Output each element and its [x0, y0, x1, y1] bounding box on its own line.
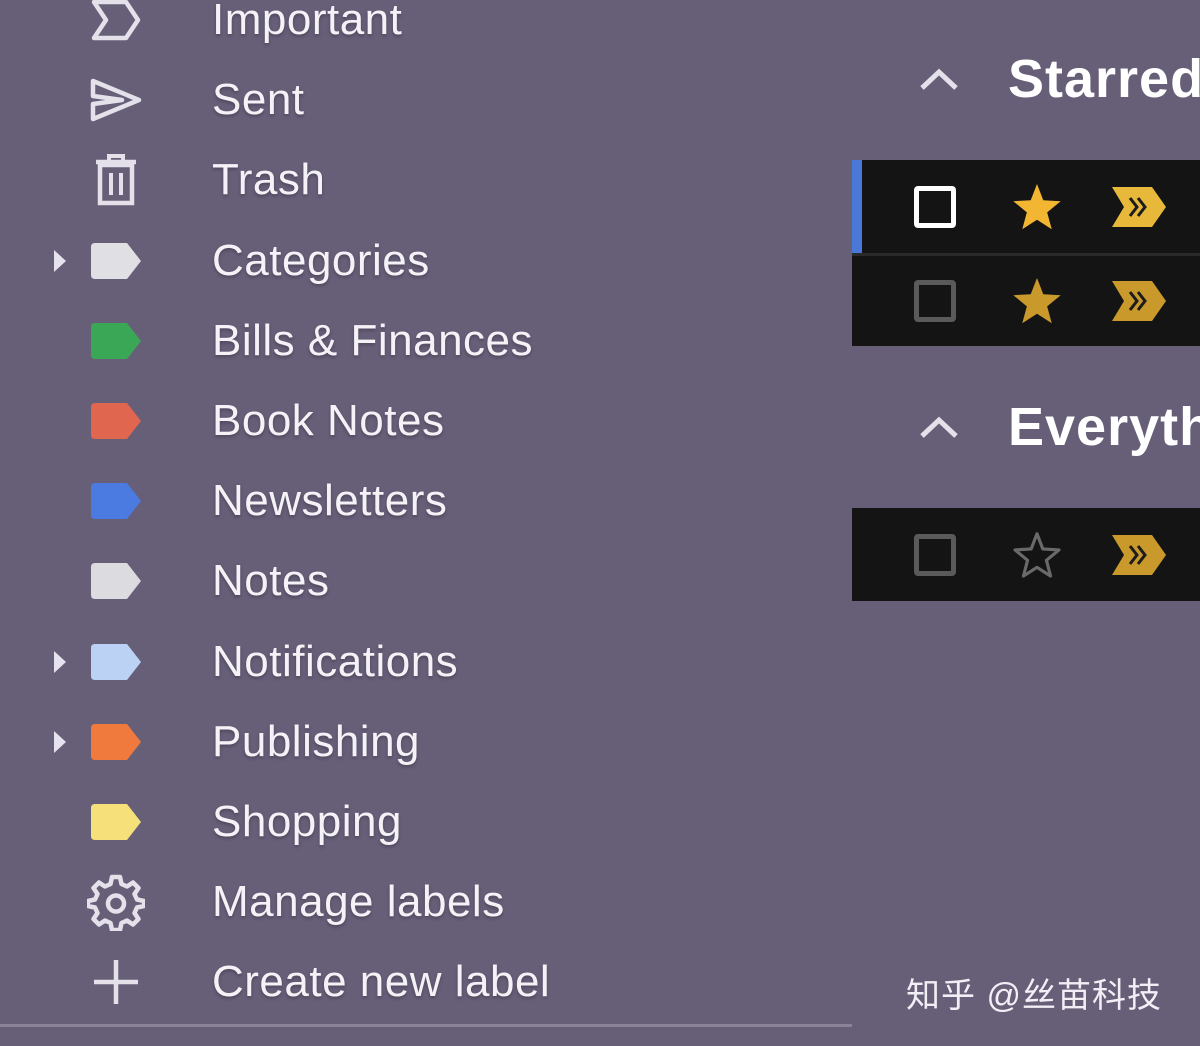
mail-row[interactable] [852, 508, 1200, 601]
sidebar-item-categories[interactable]: Categories [0, 221, 852, 301]
important-marker-icon[interactable] [1110, 533, 1168, 577]
expand-arrow-icon[interactable] [54, 730, 66, 753]
sidebar-item-label: Bills & Finances [212, 315, 534, 365]
section-title: Everyth [1008, 397, 1200, 457]
watermark-text: 知乎 @丝苗科技 [906, 977, 1162, 1015]
sidebar-item-label: Manage labels [212, 877, 505, 927]
trash-icon [86, 150, 146, 210]
label-icon [86, 551, 146, 611]
sidebar-item-important[interactable]: Important [0, 0, 852, 60]
sidebar-item-publishing[interactable]: Publishing [0, 702, 852, 782]
row-checkbox[interactable] [914, 185, 956, 228]
everything-mail-list [852, 508, 1200, 601]
section-title: Starred [1008, 49, 1200, 109]
expand-arrow-icon[interactable] [54, 650, 66, 673]
sidebar-item-book-notes[interactable]: Book Notes [0, 381, 852, 461]
label-icon [86, 712, 146, 772]
sidebar-item-label: Notifications [212, 636, 459, 686]
sidebar-item-label: Book Notes [212, 396, 445, 446]
sidebar-item-bills-finances[interactable]: Bills & Finances [0, 301, 852, 381]
sidebar-item-label: Categories [212, 235, 430, 285]
expand-arrow-icon[interactable] [54, 249, 66, 272]
sidebar-item-sent[interactable]: Sent [0, 60, 852, 140]
sidebar-item-trash[interactable]: Trash [0, 140, 852, 220]
label-icon [86, 792, 146, 852]
sidebar-item-label: Trash [212, 155, 326, 205]
star-filled-icon[interactable] [1008, 272, 1066, 330]
sidebar-item-label: Important [212, 0, 403, 45]
important-icon [86, 0, 146, 50]
plus-icon [86, 952, 146, 1012]
label-icon [86, 311, 146, 371]
row-checkbox[interactable] [914, 280, 956, 322]
chevron-up-icon[interactable] [912, 52, 966, 111]
sidebar-item-shopping[interactable]: Shopping [0, 782, 852, 862]
important-marker-icon[interactable] [1110, 279, 1168, 323]
mail-row[interactable] [852, 253, 1200, 346]
star-outline-icon[interactable] [1008, 526, 1066, 584]
sidebar-item-label: Notes [212, 556, 330, 606]
sidebar-item-newsletters[interactable]: Newsletters [0, 461, 852, 541]
label-icon [86, 471, 146, 531]
label-icon [86, 391, 146, 451]
sidebar-item-manage-labels[interactable]: Manage labels [0, 862, 852, 942]
star-filled-icon[interactable] [1008, 178, 1066, 236]
sidebar-item-label: Publishing [212, 716, 421, 766]
sidebar-item-notes[interactable]: Notes [0, 541, 852, 621]
sidebar-item-label: Create new label [212, 957, 551, 1007]
label-icon [86, 231, 146, 291]
mail-row[interactable] [852, 160, 1200, 253]
important-marker-icon[interactable] [1110, 185, 1168, 229]
sidebar-divider [0, 1024, 852, 1027]
sidebar-item-label: Shopping [212, 796, 402, 846]
label-sidebar: Important Sent Trash Categories Bills & … [0, 0, 852, 1022]
starred-mail-list [852, 160, 1200, 346]
gear-icon [86, 872, 146, 932]
send-icon [86, 70, 146, 130]
label-icon [86, 632, 146, 692]
sidebar-item-label: Sent [212, 75, 305, 125]
sidebar-item-label: Newsletters [212, 476, 448, 526]
chevron-up-icon[interactable] [912, 400, 966, 459]
row-checkbox[interactable] [914, 533, 956, 576]
sidebar-item-notifications[interactable]: Notifications [0, 622, 852, 702]
sidebar-item-create-label[interactable]: Create new label [0, 942, 852, 1022]
